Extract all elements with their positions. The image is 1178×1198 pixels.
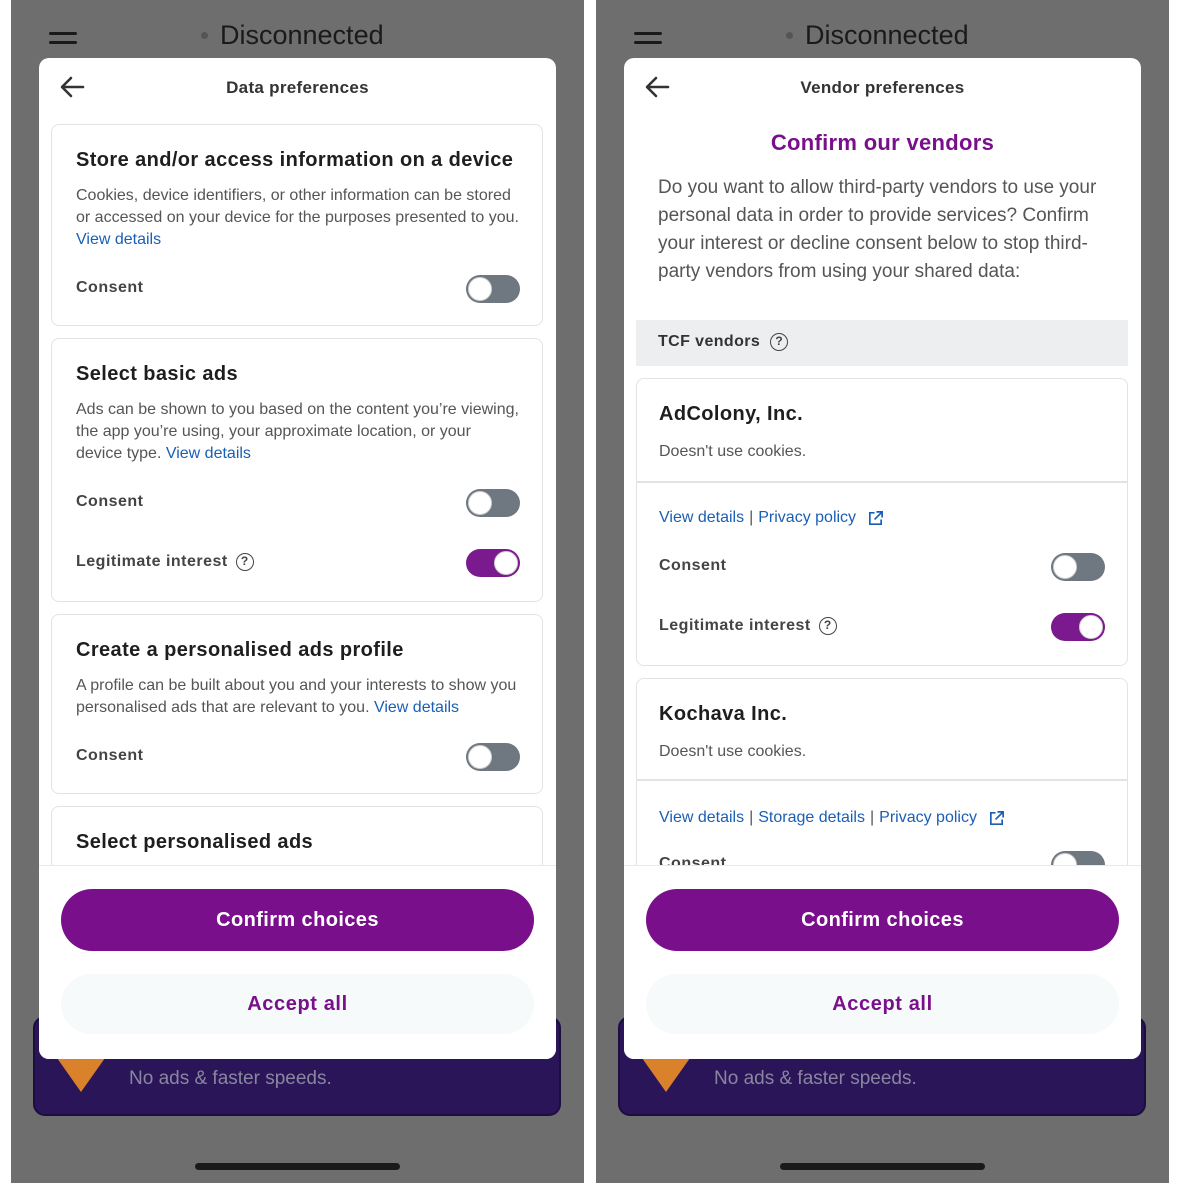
purpose-card: Select personalised ads (51, 806, 543, 865)
view-details-link[interactable]: View details (659, 809, 744, 827)
connection-status: Disconnected (786, 20, 969, 51)
purpose-description-text: Ads can be shown to you based on the con… (76, 401, 519, 462)
home-indicator (780, 1163, 985, 1170)
confirm-choices-button[interactable]: Confirm choices (61, 889, 534, 951)
consent-label: Consent (76, 493, 144, 510)
screen-vendor-preferences: Disconnected No ads & faster speeds. Ven… (596, 0, 1169, 1183)
gem-icon (57, 1058, 105, 1092)
divider (637, 481, 1127, 483)
upgrade-banner-text: No ads & faster speeds. (714, 1068, 917, 1089)
consent-label: Consent (76, 747, 144, 764)
purpose-card: Create a personalised ads profile A prof… (51, 614, 543, 794)
legitimate-interest-row: Legitimate interest ? (76, 553, 254, 571)
purpose-card: Select basic ads Ads can be shown to you… (51, 338, 543, 602)
vendor-links: View details | Privacy policy (659, 509, 884, 527)
purpose-description-text: Cookies, device identifiers, or other in… (76, 187, 519, 226)
external-link-icon[interactable] (867, 510, 884, 527)
legitimate-interest-label: Legitimate interest (76, 553, 228, 570)
privacy-policy-link[interactable]: Privacy policy (758, 509, 856, 527)
purpose-title: Select basic ads (76, 363, 239, 385)
view-details-link[interactable]: View details (374, 699, 459, 716)
section-label: TCF vendors (658, 333, 761, 350)
dialog-title: Data preferences (226, 78, 369, 97)
data-preferences-dialog: Data preferences Store and/or access inf… (39, 58, 556, 1059)
menu-icon[interactable] (49, 32, 77, 46)
dialog-footer: Confirm choices Accept all (39, 865, 556, 1059)
consent-label: Consent (659, 557, 727, 574)
storage-details-link[interactable]: Storage details (758, 809, 865, 827)
vendor-name: Kochava Inc. (659, 703, 788, 725)
purpose-title: Select personalised ads (76, 831, 314, 853)
vendor-name: AdColony, Inc. (659, 403, 804, 425)
consent-label: Consent (76, 279, 144, 296)
view-details-link[interactable]: View details (659, 509, 744, 527)
privacy-policy-link[interactable]: Privacy policy (879, 809, 977, 827)
status-dot-icon (201, 32, 208, 39)
help-icon[interactable]: ? (235, 553, 254, 571)
vendor-links: View details | Storage details | Privacy… (659, 809, 1005, 827)
view-details-link[interactable]: View details (76, 231, 161, 248)
vendor-cookie-info: Doesn't use cookies. (659, 443, 807, 460)
consent-toggle[interactable] (1051, 553, 1105, 581)
purpose-description: A profile can be built about you and you… (76, 675, 520, 719)
status-label: Disconnected (805, 20, 969, 50)
view-details-link[interactable]: View details (166, 445, 251, 462)
purpose-description: Cookies, device identifiers, or other in… (76, 185, 520, 251)
vendor-card: AdColony, Inc. Doesn't use cookies. View… (636, 378, 1128, 666)
purposes-list[interactable]: Store and/or access information on a dev… (39, 122, 556, 865)
purpose-title: Create a personalised ads profile (76, 639, 404, 661)
vendor-list[interactable]: AdColony, Inc. Doesn't use cookies. View… (624, 378, 1141, 865)
connection-status: Disconnected (201, 20, 384, 51)
dialog-footer: Confirm choices Accept all (624, 865, 1141, 1059)
screen-data-preferences: Disconnected No ads & faster speeds. Dat… (11, 0, 584, 1183)
menu-icon[interactable] (634, 32, 662, 46)
consent-toggle[interactable] (1051, 851, 1105, 865)
purpose-description: Ads can be shown to you based on the con… (76, 399, 520, 465)
legitimate-interest-toggle[interactable] (1051, 613, 1105, 641)
purpose-title: Store and/or access information on a dev… (76, 149, 514, 171)
app-topbar: Disconnected (11, 18, 584, 58)
legitimate-interest-toggle[interactable] (466, 549, 520, 577)
legitimate-interest-label: Legitimate interest (659, 617, 811, 634)
legitimate-interest-row: Legitimate interest ? (659, 617, 837, 635)
confirm-choices-button[interactable]: Confirm choices (646, 889, 1119, 951)
consent-toggle[interactable] (466, 743, 520, 771)
app-topbar: Disconnected (596, 18, 1169, 58)
dialog-header: Vendor preferences (624, 58, 1141, 122)
help-icon[interactable]: ? (770, 333, 789, 351)
gem-icon (642, 1058, 690, 1092)
consent-label: Consent (659, 855, 727, 865)
consent-toggle[interactable] (466, 275, 520, 303)
divider (637, 779, 1127, 781)
status-label: Disconnected (220, 20, 384, 50)
purpose-card: Store and/or access information on a dev… (51, 124, 543, 326)
accept-all-button[interactable]: Accept all (646, 974, 1119, 1034)
home-indicator (195, 1163, 400, 1170)
dialog-header: Data preferences (39, 58, 556, 122)
accept-all-button[interactable]: Accept all (61, 974, 534, 1034)
status-dot-icon (786, 32, 793, 39)
vendors-intro: Do you want to allow third-party vendors… (658, 177, 1097, 282)
vendors-heading: Confirm our vendors (770, 130, 995, 155)
tcf-vendors-section: TCF vendors ? (636, 320, 1128, 366)
upgrade-banner-text: No ads & faster speeds. (129, 1068, 332, 1089)
vendor-preferences-dialog: Vendor preferences Confirm our vendors D… (624, 58, 1141, 1059)
help-icon[interactable]: ? (818, 617, 837, 635)
consent-toggle[interactable] (466, 489, 520, 517)
external-link-icon[interactable] (988, 810, 1005, 827)
dialog-title: Vendor preferences (800, 78, 965, 97)
vendor-card: Kochava Inc. Doesn't use cookies. View d… (636, 678, 1128, 865)
vendor-cookie-info: Doesn't use cookies. (659, 743, 807, 760)
